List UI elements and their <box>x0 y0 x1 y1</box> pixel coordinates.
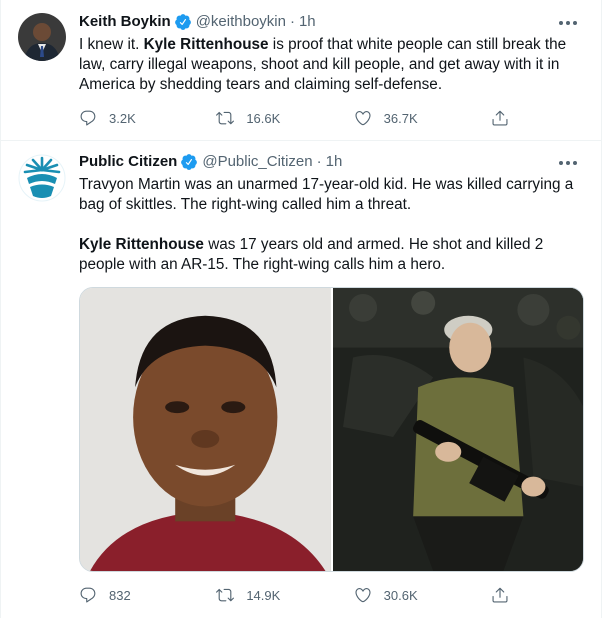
reply-count: 3.2K <box>109 110 136 126</box>
retweet-count: 16.6K <box>246 110 281 126</box>
tweet-text-part: Travyon Martin was an unarmed 17-year-ol… <box>79 176 574 213</box>
more-icon[interactable] <box>557 154 579 172</box>
reply-icon <box>80 587 96 603</box>
like-button[interactable]: 30.6K <box>354 586 424 604</box>
author-name[interactable]: Keith Boykin <box>79 12 171 32</box>
retweet-icon <box>216 111 235 125</box>
share-button[interactable] <box>491 109 509 127</box>
tweet-media[interactable] <box>79 287 584 572</box>
verified-badge-icon <box>180 153 198 171</box>
tweet-timestamp[interactable]: 1h <box>299 12 316 32</box>
like-count: 36.7K <box>383 110 418 126</box>
tweet-text-paragraph: Kyle Rittenhouse was 17 years old and ar… <box>79 235 584 275</box>
photo-portrait-left[interactable] <box>80 288 331 571</box>
like-count: 30.6K <box>383 587 418 603</box>
reply-button[interactable]: 832 <box>79 586 149 604</box>
author-name[interactable]: Public Citizen <box>79 152 177 172</box>
retweet-icon <box>216 588 235 602</box>
reply-icon <box>80 110 96 126</box>
separator-dot: · <box>316 153 322 170</box>
tweet-text-part: I knew it. <box>79 36 144 53</box>
more-icon[interactable] <box>557 14 579 32</box>
avatar-keith-boykin[interactable] <box>18 13 66 61</box>
share-button[interactable] <box>491 586 509 604</box>
tweet-timestamp[interactable]: 1h <box>326 152 343 172</box>
retweet-count: 14.9K <box>246 587 281 603</box>
tweet-actions: 832 14.9K 30.6K <box>79 585 509 605</box>
reply-button[interactable]: 3.2K <box>79 109 149 127</box>
avatar-public-citizen[interactable] <box>18 154 66 202</box>
author-handle[interactable]: @Public_Citizen <box>202 152 312 172</box>
share-icon <box>492 587 508 603</box>
tweet-header: Public Citizen @Public_Citizen · 1h <box>79 152 342 172</box>
tweet-text-bold: Kyle Rittenhouse <box>143 36 269 53</box>
retweet-button[interactable]: 16.6K <box>216 109 286 127</box>
like-icon <box>355 111 371 126</box>
tweet-text-bold: Kyle Rittenhouse <box>79 236 204 253</box>
like-button[interactable]: 36.7K <box>354 109 424 127</box>
tweet-text-paragraph: Travyon Martin was an unarmed 17-year-ol… <box>79 175 584 215</box>
tweet-actions: 3.2K 16.6K 36.7K <box>79 108 509 128</box>
reply-count: 832 <box>109 587 131 603</box>
tweet-header: Keith Boykin @keithboykin · 1h <box>79 12 316 32</box>
share-icon <box>492 110 508 126</box>
photo-armed-teen-right[interactable] <box>332 288 583 571</box>
verified-badge-icon <box>174 13 192 31</box>
retweet-button[interactable]: 14.9K <box>216 586 286 604</box>
timeline: Keith Boykin @keithboykin · 1h I knew it… <box>0 0 602 618</box>
tweet-text: I knew it. Kyle Rittenhouse is proof tha… <box>79 35 584 95</box>
like-icon <box>355 588 371 603</box>
author-handle[interactable]: @keithboykin <box>196 12 286 32</box>
separator-dot: · <box>289 13 295 30</box>
